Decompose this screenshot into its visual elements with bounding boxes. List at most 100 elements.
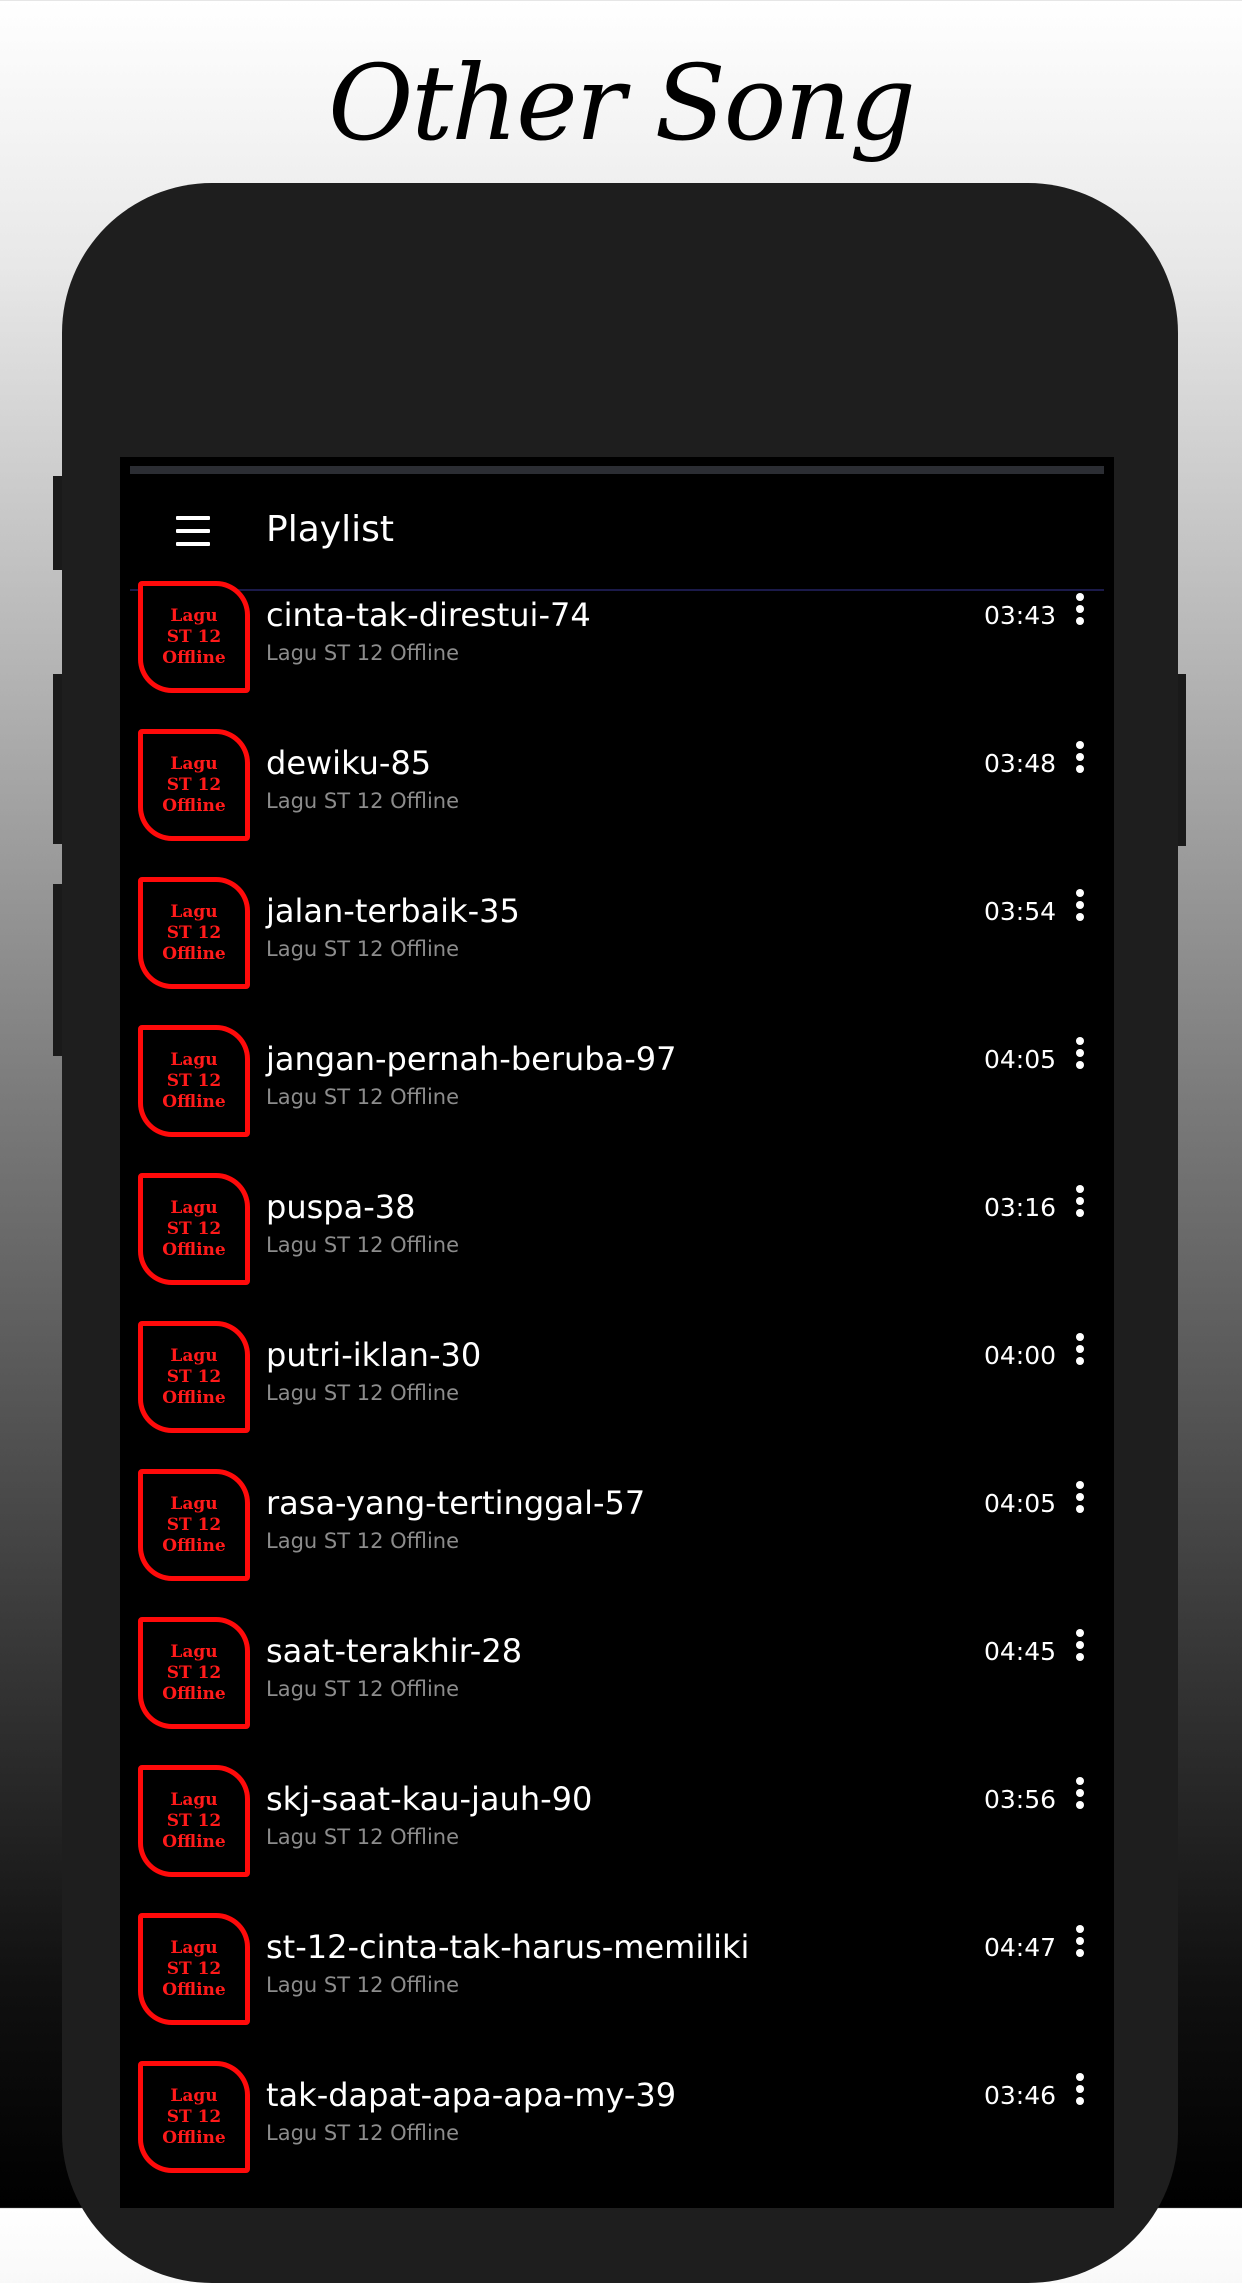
song-duration: 03:43 [983, 601, 1056, 630]
song-title: st-12-cinta-tak-harus-memiliki [266, 1928, 750, 1966]
phone-screen: Playlist Lagu ST 12 Offline cinta-tak-dires… [120, 457, 1114, 2208]
song-thumbnail: Lagu ST 12 Offline [138, 1469, 250, 1581]
status-bar [130, 466, 1104, 474]
more-options-icon[interactable] [1068, 889, 1092, 931]
thumbnail-text: ST 12 [166, 774, 222, 795]
song-title: cinta-tak-direstui-74 [266, 596, 591, 634]
thumbnail-text: ST 12 [166, 1662, 222, 1683]
thumbnail-text: Lagu [170, 1049, 218, 1070]
thumbnail-text: ST 12 [166, 2106, 222, 2127]
song-row[interactable]: Lagu ST 12 Offline jangan-pernah-beruba-97 L… [130, 1025, 1104, 1173]
thumbnail-text: ST 12 [166, 1366, 222, 1387]
thumbnail-text: ST 12 [166, 1514, 222, 1535]
song-duration: 04:47 [983, 1933, 1056, 1962]
song-title: puspa-38 [266, 1188, 416, 1226]
song-row[interactable]: Lagu ST 12 Offline saat-terakhir-28 Lagu ST … [130, 1617, 1104, 1765]
song-artist: Lagu ST 12 Offline [266, 1381, 460, 1405]
more-options-icon[interactable] [1068, 1185, 1092, 1227]
thumbnail-text: ST 12 [166, 1218, 222, 1239]
app-bar: Playlist [130, 474, 1104, 589]
song-artist: Lagu ST 12 Offline [266, 1973, 460, 1997]
more-options-icon[interactable] [1068, 1925, 1092, 1967]
thumbnail-text: Lagu [170, 1641, 218, 1662]
thumbnail-text: ST 12 [166, 922, 222, 943]
song-thumbnail: Lagu ST 12 Offline [138, 1617, 250, 1729]
thumbnail-text: Offline [162, 943, 226, 964]
thumbnail-text: ST 12 [166, 1958, 222, 1979]
app-bar-title: Playlist [266, 509, 394, 550]
song-row[interactable]: Lagu ST 12 Offline rasa-yang-tertinggal-57 L… [130, 1469, 1104, 1617]
song-duration: 04:05 [983, 1489, 1056, 1518]
song-row[interactable]: Lagu ST 12 Offline putri-iklan-30 Lagu ST 12… [130, 1321, 1104, 1469]
song-thumbnail: Lagu ST 12 Offline [138, 1173, 250, 1285]
song-title: jangan-pernah-beruba-97 [266, 1040, 677, 1078]
thumbnail-text: Offline [162, 1239, 226, 1260]
song-thumbnail: Lagu ST 12 Offline [138, 1025, 250, 1137]
song-artist: Lagu ST 12 Offline [266, 1825, 460, 1849]
thumbnail-text: Offline [162, 2127, 226, 2148]
promo-title: Other Song [328, 42, 916, 164]
song-row[interactable]: Lagu ST 12 Offline puspa-38 Lagu ST 12 Offli… [130, 1173, 1104, 1321]
song-title: jalan-terbaik-35 [266, 892, 520, 930]
song-thumbnail: Lagu ST 12 Offline [138, 877, 250, 989]
thumbnail-text: Offline [162, 1535, 226, 1556]
more-options-icon[interactable] [1068, 741, 1092, 783]
song-title: rasa-yang-tertinggal-57 [266, 1484, 646, 1522]
song-duration: 03:48 [983, 749, 1056, 778]
thumbnail-text: Lagu [170, 1197, 218, 1218]
song-row[interactable]: Lagu ST 12 Offline dewiku-85 Lagu ST 12 Offl… [130, 729, 1104, 877]
song-artist: Lagu ST 12 Offline [266, 1085, 460, 1109]
thumbnail-text: Offline [162, 1683, 226, 1704]
song-artist: Lagu ST 12 Offline [266, 1233, 460, 1257]
thumbnail-text: ST 12 [166, 1070, 222, 1091]
song-duration: 04:45 [983, 1637, 1056, 1666]
song-thumbnail: Lagu ST 12 Offline [138, 1765, 250, 1877]
thumbnail-text: Lagu [170, 1789, 218, 1810]
song-row[interactable]: Lagu ST 12 Offline cinta-tak-direstui-74 Lag… [130, 581, 1104, 729]
more-options-icon[interactable] [1068, 1333, 1092, 1375]
thumbnail-text: Offline [162, 647, 226, 668]
more-options-icon[interactable] [1068, 1777, 1092, 1819]
thumbnail-text: Offline [162, 795, 226, 816]
more-options-icon[interactable] [1068, 1037, 1092, 1079]
song-thumbnail: Lagu ST 12 Offline [138, 729, 250, 841]
song-title: skj-saat-kau-jauh-90 [266, 1780, 593, 1818]
thumbnail-text: Lagu [170, 1493, 218, 1514]
more-options-icon[interactable] [1068, 1629, 1092, 1671]
song-row[interactable]: Lagu ST 12 Offline jalan-terbaik-35 Lagu ST … [130, 877, 1104, 1025]
song-artist: Lagu ST 12 Offline [266, 789, 460, 813]
thumbnail-text: Offline [162, 1831, 226, 1852]
thumbnail-text: ST 12 [166, 1810, 222, 1831]
more-options-icon[interactable] [1068, 2073, 1092, 2115]
song-artist: Lagu ST 12 Offline [266, 1677, 460, 1701]
song-title: tak-dapat-apa-apa-my-39 [266, 2076, 677, 2114]
song-title: dewiku-85 [266, 744, 432, 782]
thumbnail-text: Offline [162, 1091, 226, 1112]
thumbnail-text: Offline [162, 1387, 226, 1408]
more-options-icon[interactable] [1068, 593, 1092, 635]
thumbnail-text: Lagu [170, 605, 218, 626]
song-row[interactable]: Lagu ST 12 Offline skj-saat-kau-jauh-90 Lagu… [130, 1765, 1104, 1913]
thumbnail-text: ST 12 [166, 626, 222, 647]
song-thumbnail: Lagu ST 12 Offline [138, 1321, 250, 1433]
song-artist: Lagu ST 12 Offline [266, 937, 460, 961]
song-artist: Lagu ST 12 Offline [266, 2121, 460, 2145]
thumbnail-text: Offline [162, 1979, 226, 2000]
hamburger-menu-icon[interactable] [176, 516, 210, 546]
more-options-icon[interactable] [1068, 1481, 1092, 1523]
song-duration: 04:05 [983, 1045, 1056, 1074]
song-thumbnail: Lagu ST 12 Offline [138, 1913, 250, 2025]
song-row[interactable]: Lagu ST 12 Offline st-12-cinta-tak-harus-me… [130, 1913, 1104, 2061]
song-thumbnail: Lagu ST 12 Offline [138, 2061, 250, 2173]
song-thumbnail: Lagu ST 12 Offline [138, 581, 250, 693]
song-artist: Lagu ST 12 Offline [266, 641, 460, 665]
song-duration: 03:56 [983, 1785, 1056, 1814]
song-duration: 03:46 [983, 2081, 1056, 2110]
thumbnail-text: Lagu [170, 753, 218, 774]
thumbnail-text: Lagu [170, 2085, 218, 2106]
song-title: putri-iklan-30 [266, 1336, 482, 1374]
song-artist: Lagu ST 12 Offline [266, 1529, 460, 1553]
song-duration: 03:16 [983, 1193, 1056, 1222]
song-row[interactable]: Lagu ST 12 Offline tak-dapat-apa-apa-my-39 L… [130, 2061, 1104, 2208]
thumbnail-text: Lagu [170, 901, 218, 922]
